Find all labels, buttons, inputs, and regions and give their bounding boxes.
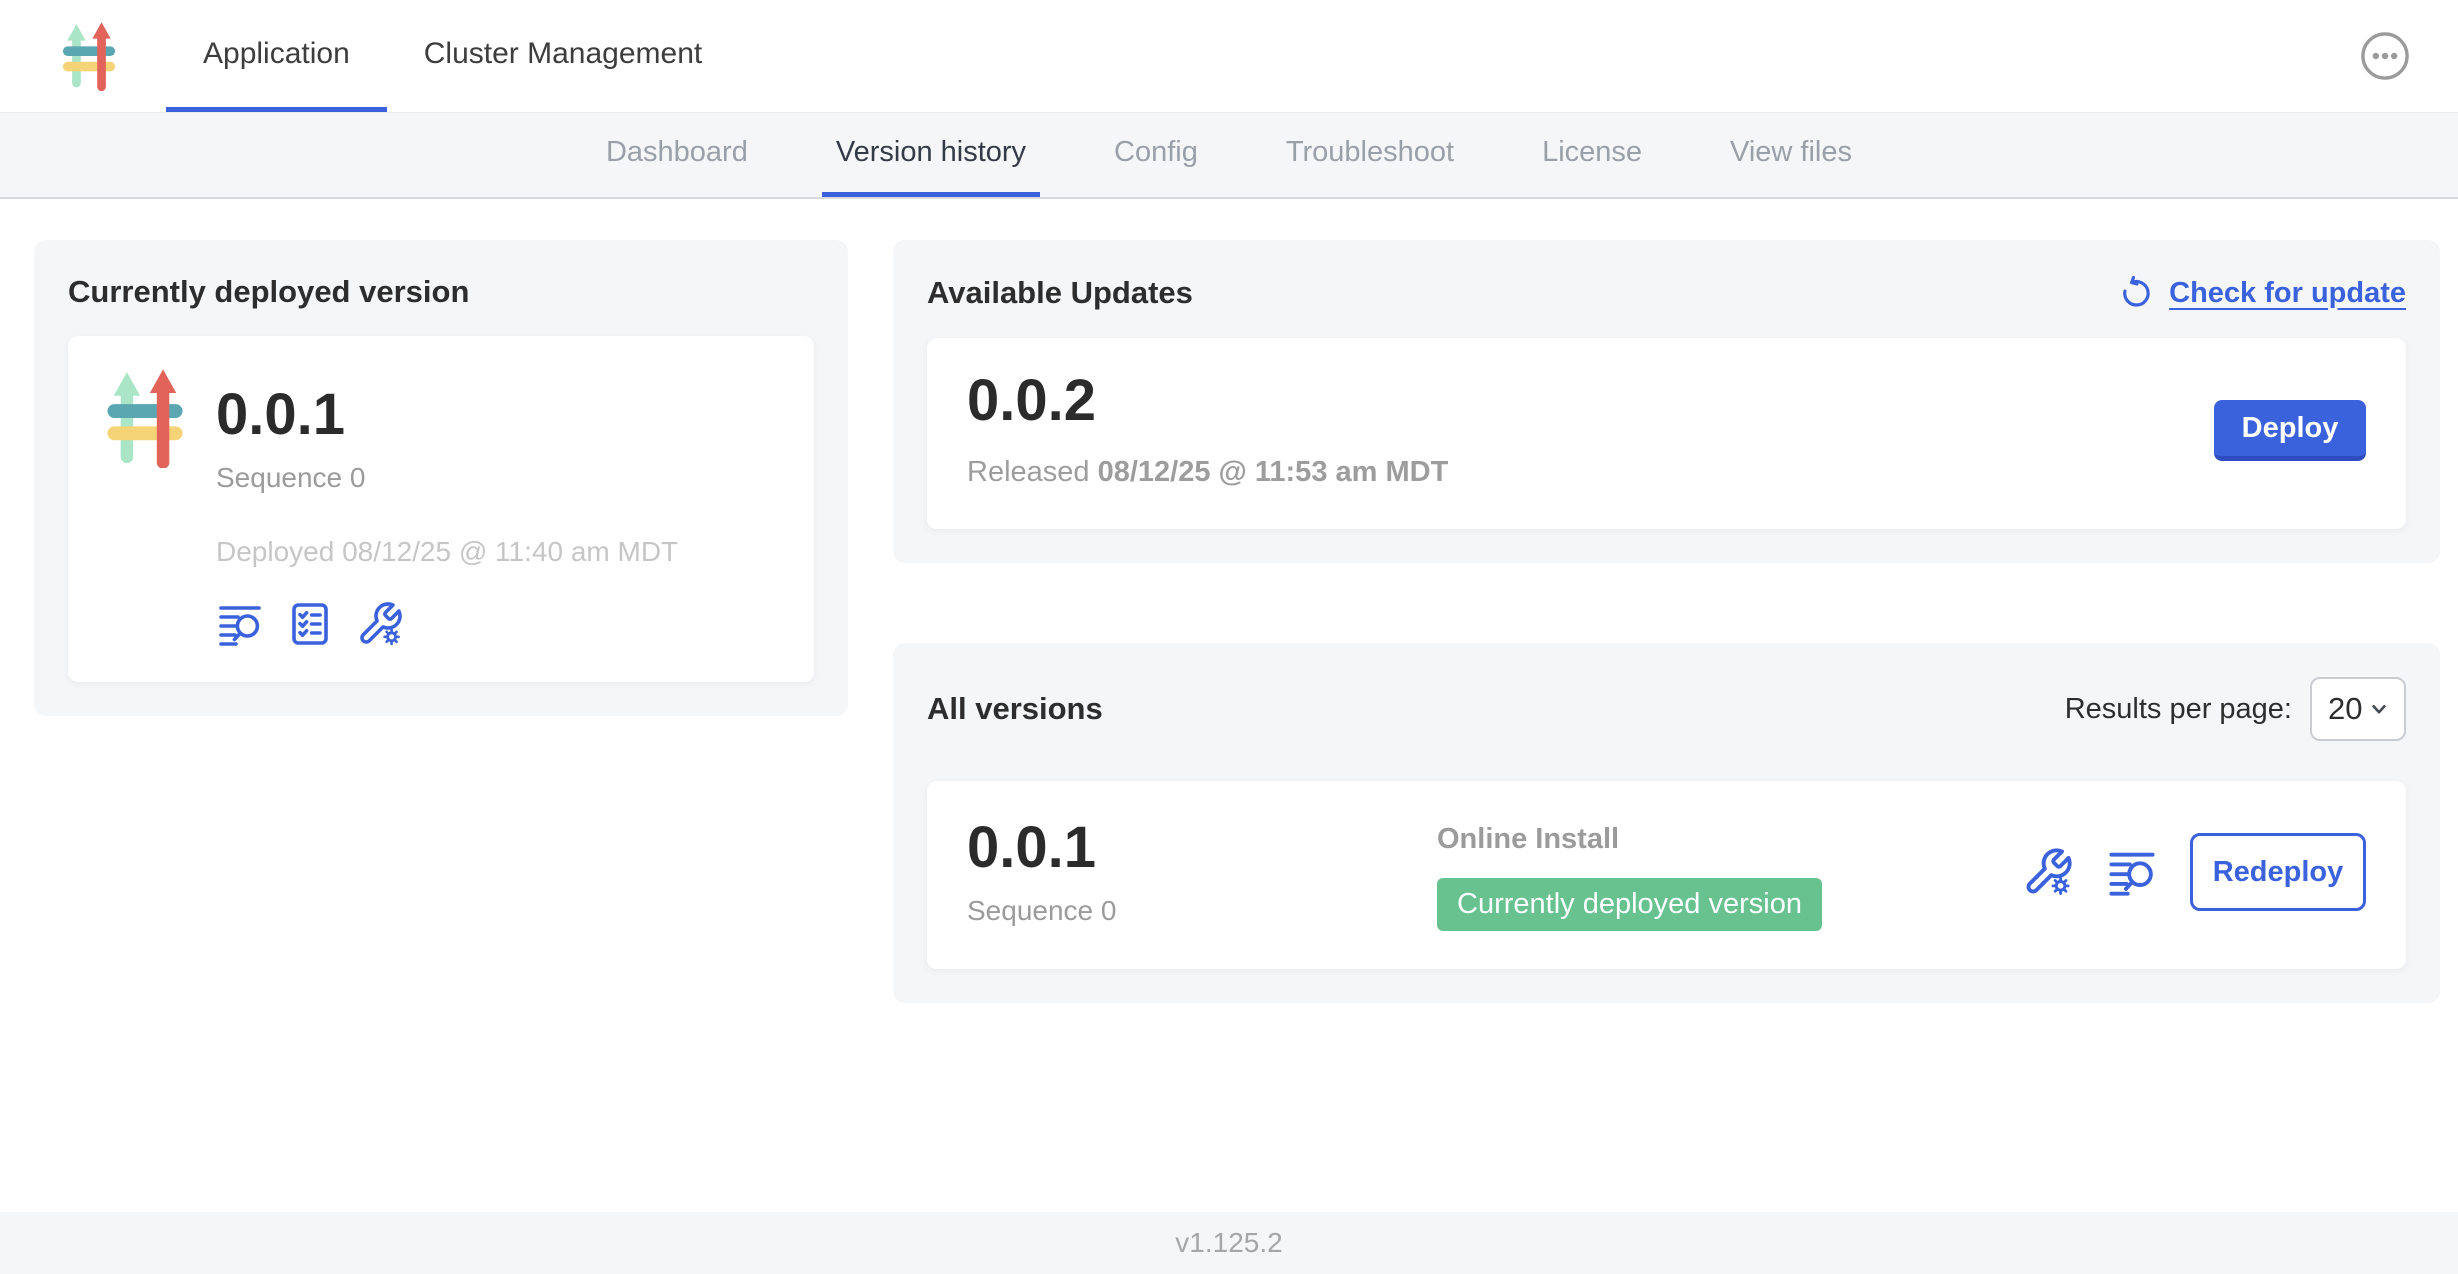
subnav-version-history-label: Version history <box>836 136 1026 169</box>
subnav-item-dashboard[interactable]: Dashboard <box>592 113 762 197</box>
app-header: Application Cluster Management <box>0 0 2458 113</box>
currently-deployed-badge: Currently deployed version <box>1437 878 1822 931</box>
available-updates-header: Available Updates Check for update <box>927 274 2406 312</box>
subnav-item-troubleshoot[interactable]: Troubleshoot <box>1272 113 1468 197</box>
checklist-icon <box>286 600 334 648</box>
deployed-sequence: Sequence 0 <box>216 462 678 494</box>
results-per-page-select[interactable]: 20 <box>2310 677 2406 741</box>
update-panel: 0.0.2 Released 08/12/25 @ 11:53 am MDT D… <box>927 338 2406 529</box>
tab-application-label: Application <box>203 37 350 71</box>
console-version: v1.125.2 <box>1175 1227 1282 1259</box>
main-content: Currently deployed version 0.0.1 Sequenc… <box>0 199 2458 1212</box>
deployed-version-number: 0.0.1 <box>216 386 678 444</box>
chevron-down-icon <box>2366 696 2392 722</box>
available-updates-card: Available Updates Check for update 0.0.2… <box>893 240 2440 563</box>
release-notes-button[interactable] <box>216 600 264 648</box>
deploy-button[interactable]: Deploy <box>2214 400 2366 461</box>
update-released-line: Released 08/12/25 @ 11:53 am MDT <box>967 456 1448 489</box>
subnav-item-license[interactable]: License <box>1528 113 1656 197</box>
app-logo-icon <box>62 21 116 91</box>
install-type-label: Online Install <box>1437 823 2022 856</box>
deployed-actions <box>216 600 678 648</box>
version-row-status: Online Install Currently deployed versio… <box>1437 819 2022 931</box>
redeploy-button[interactable]: Redeploy <box>2190 833 2366 911</box>
update-details: 0.0.2 Released 08/12/25 @ 11:53 am MDT <box>967 372 1448 489</box>
tab-cluster-management-label: Cluster Management <box>424 37 702 71</box>
currently-deployed-card: Currently deployed version 0.0.1 Sequenc… <box>34 240 848 716</box>
edit-config-button[interactable] <box>356 600 404 648</box>
logs-search-icon <box>216 600 264 648</box>
row-sequence: Sequence 0 <box>967 895 1437 927</box>
version-row-actions: Redeploy <box>2022 833 2366 911</box>
available-updates-title: Available Updates <box>927 275 1193 311</box>
subnav-dashboard-label: Dashboard <box>606 136 748 169</box>
results-per-page-label: Results per page: <box>2065 693 2292 726</box>
app-subnav: Dashboard Version history Config Trouble… <box>0 113 2458 199</box>
app-logo <box>62 21 116 91</box>
app-logo <box>104 368 186 468</box>
wrench-gear-icon <box>356 600 404 648</box>
all-versions-card: All versions Results per page: 20 0.0.1 … <box>893 643 2440 1003</box>
subnav-item-config[interactable]: Config <box>1100 113 1212 197</box>
currently-deployed-title: Currently deployed version <box>68 274 814 310</box>
wrench-gear-icon <box>2022 846 2074 898</box>
subnav-item-version-history[interactable]: Version history <box>822 113 1040 197</box>
version-row-details: 0.0.1 Sequence 0 <box>967 819 1437 927</box>
subnav-license-label: License <box>1542 136 1642 169</box>
release-notes-button[interactable] <box>2106 846 2158 898</box>
subnav-troubleshoot-label: Troubleshoot <box>1286 136 1454 169</box>
deployed-version-panel: 0.0.1 Sequence 0 Deployed 08/12/25 @ 11:… <box>68 336 814 682</box>
refresh-icon <box>2117 274 2155 312</box>
subnav-config-label: Config <box>1114 136 1198 169</box>
results-per-page-value: 20 <box>2328 691 2362 727</box>
released-prefix: Released <box>967 456 1098 488</box>
check-for-update-link[interactable]: Check for update <box>2117 274 2406 312</box>
app-logo-icon <box>104 368 186 468</box>
overflow-menu-button[interactable] <box>2360 31 2410 81</box>
version-row: 0.0.1 Sequence 0 Online Install Currentl… <box>927 781 2406 969</box>
right-column: Available Updates Check for update 0.0.2… <box>893 240 2440 1003</box>
subnav-view-files-label: View files <box>1730 136 1852 169</box>
subnav-item-view-files[interactable]: View files <box>1716 113 1866 197</box>
edit-config-button[interactable] <box>2022 846 2074 898</box>
preflight-checks-button[interactable] <box>286 600 334 648</box>
logs-search-icon <box>2106 846 2158 898</box>
deployed-timestamp: Deployed 08/12/25 @ 11:40 am MDT <box>216 536 678 568</box>
row-version-number: 0.0.1 <box>967 819 1437 877</box>
released-timestamp: 08/12/25 @ 11:53 am MDT <box>1098 456 1449 488</box>
results-per-page: Results per page: 20 <box>2065 677 2406 741</box>
check-for-update-label: Check for update <box>2169 277 2406 310</box>
all-versions-header: All versions Results per page: 20 <box>927 677 2406 741</box>
tab-cluster-management[interactable]: Cluster Management <box>387 0 739 112</box>
ellipsis-menu-icon <box>2360 31 2410 81</box>
deployed-version-details: 0.0.1 Sequence 0 Deployed 08/12/25 @ 11:… <box>216 366 678 648</box>
app-footer: v1.125.2 <box>0 1212 2458 1274</box>
tab-application[interactable]: Application <box>166 0 387 112</box>
update-version-number: 0.0.2 <box>967 372 1448 430</box>
all-versions-title: All versions <box>927 691 1103 727</box>
